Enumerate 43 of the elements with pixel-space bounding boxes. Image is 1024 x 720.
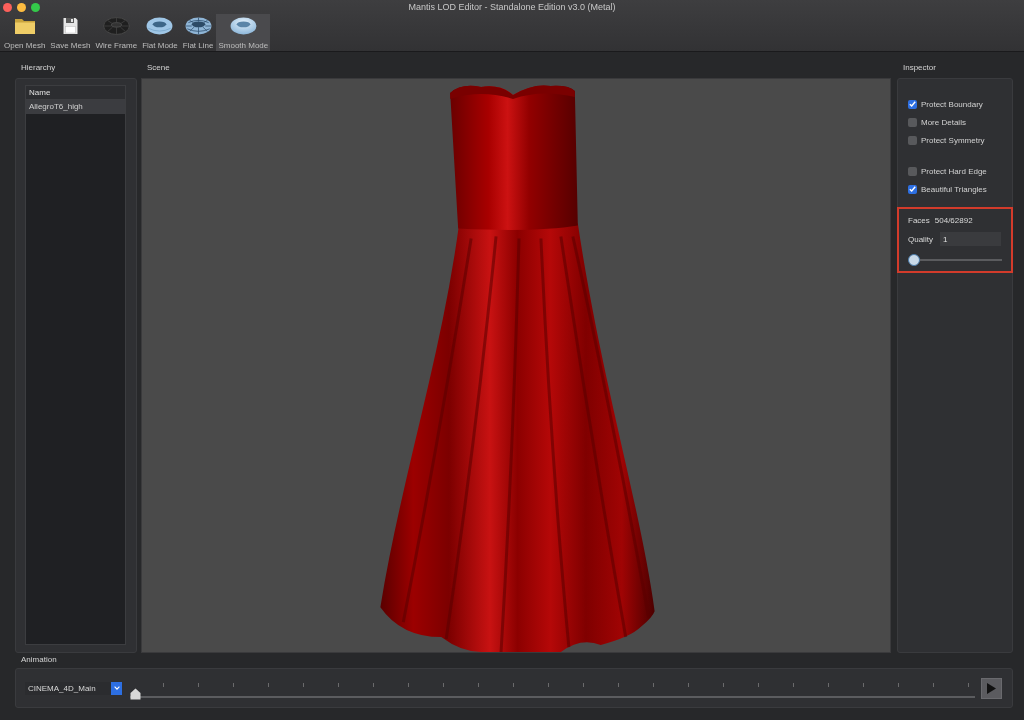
zoom-button[interactable] <box>31 2 40 12</box>
close-button[interactable] <box>3 2 12 12</box>
timeline-thumb[interactable] <box>130 688 141 700</box>
toolbar-button[interactable]: Save Mesh <box>48 14 93 51</box>
torus-wireframe-icon <box>102 17 130 35</box>
play-button[interactable] <box>981 677 1002 699</box>
play-icon <box>987 682 996 694</box>
folder-icon <box>13 17 36 35</box>
clip-dropdown[interactable]: CINEMA_4D_Main <box>25 681 122 695</box>
window-title: Mantis LOD Editor - Standalone Edition v3.0 (Metal) <box>408 2 616 12</box>
checkbox[interactable] <box>908 135 917 145</box>
column-header[interactable]: Name <box>26 86 125 100</box>
checkbox[interactable] <box>908 99 917 109</box>
checkbox[interactable] <box>908 184 917 194</box>
torus-mesh-icon <box>184 17 212 35</box>
torus-flat-icon <box>146 17 174 35</box>
torus-smooth-icon <box>229 17 257 35</box>
panel-title: Hierarchy <box>20 63 56 74</box>
panel-title: Scene <box>146 63 170 74</box>
checkbox-label: Protect Boundary <box>921 99 983 109</box>
minimize-button[interactable] <box>17 2 26 12</box>
toolbar-button[interactable]: Open Mesh <box>2 14 48 51</box>
panel-title: Inspector <box>902 63 936 74</box>
checkmark-icon <box>909 101 916 107</box>
checkmark-icon <box>909 186 916 192</box>
toolbar-button[interactable]: Wire Frame <box>93 14 140 51</box>
checkbox[interactable] <box>908 117 917 127</box>
toolbar-button[interactable]: Flat Line <box>180 14 216 51</box>
toolbar-button[interactable]: Smooth Mode <box>216 14 271 51</box>
checkbox-label: Protect Hard Edge <box>921 166 987 176</box>
checkbox-label: Protect Symmetry <box>921 135 985 145</box>
checkbox-label: More Details <box>921 117 966 127</box>
faces-count: 504/62892 <box>934 215 973 225</box>
slider-thumb[interactable] <box>908 254 920 266</box>
hierarchy-item[interactable]: AllegroT6_high <box>26 100 125 114</box>
checkbox[interactable] <box>908 166 917 176</box>
toolbar-button[interactable]: Flat Mode <box>140 14 180 51</box>
checkbox-label: Beautiful Triangles <box>921 184 987 194</box>
quality-label: Quality <box>908 234 933 244</box>
chevron-icon[interactable] <box>111 681 122 695</box>
quality-input[interactable]: 1 <box>939 232 1001 246</box>
panel-title: Animation <box>20 655 57 666</box>
faces-label: Faces <box>908 215 930 225</box>
